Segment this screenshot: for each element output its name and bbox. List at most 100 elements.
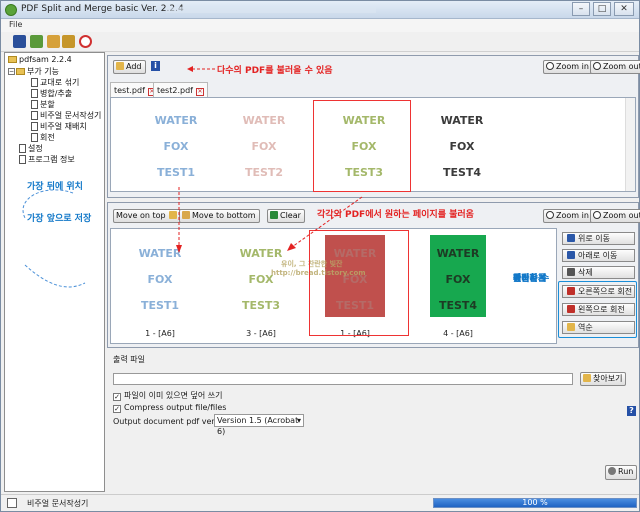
checkbox-checked-icon[interactable]: ✓ <box>113 393 121 401</box>
sidebar-item-visual-composer[interactable]: 비주얼 문서작성기 <box>31 110 101 121</box>
page-icon <box>31 89 38 98</box>
tree-root[interactable]: pdfsam 2.2.4 <box>8 55 72 64</box>
action-label: 역순 <box>578 323 593 332</box>
sidebar-item-label: 분할 <box>40 100 55 109</box>
sidebar-item-rotate[interactable]: 회전 <box>31 132 55 143</box>
zoom-in-bottom-button[interactable]: Zoom in <box>543 209 593 223</box>
page-text-line: TEST3 <box>241 299 281 312</box>
toolbar <box>1 32 639 52</box>
exit-icon[interactable] <box>79 35 92 48</box>
page-text-line: TEST4 <box>442 166 482 179</box>
zoom-out-top-button[interactable]: Zoom out <box>590 60 640 74</box>
zoom-in-label: Zoom in <box>556 62 589 71</box>
rotate-right-button[interactable]: 오른쪽으로 회전 <box>562 285 635 298</box>
action-label: 아래로 이동 <box>578 251 618 260</box>
menu-file[interactable]: File <box>9 20 22 29</box>
reverse-icon <box>567 323 575 331</box>
rotate-right-icon <box>567 287 575 295</box>
page-text-line: FOX <box>449 140 475 153</box>
tab-label: test.pdf <box>114 86 145 95</box>
zoom-out-bottom-button[interactable]: Zoom out <box>590 209 640 223</box>
pdf-version-select[interactable]: Version 1.5 (Acrobat 6) ▾ <box>214 414 304 436</box>
sidebar-item-label: 병합/추출 <box>40 89 73 98</box>
sidebar-item-program-info[interactable]: 프로그램 정보 <box>19 154 75 165</box>
tab-label: test2.pdf <box>157 86 193 95</box>
title-blur <box>166 7 376 13</box>
pdf-version-value: Version 1.5 (Acrobat 6) <box>217 416 299 436</box>
sidebar-item-label: 비주얼 문서작성기 <box>40 111 102 120</box>
arrow-up-icon <box>567 234 575 242</box>
minimize-button[interactable]: – <box>572 2 590 16</box>
main-area: Add i 다수의 PDF를 불러올 수 있음 Zoom in Zoom out… <box>107 52 640 492</box>
open-icon[interactable] <box>30 35 43 48</box>
help-icon[interactable]: ? <box>627 406 636 416</box>
compress-label: Compress output file/files <box>124 403 227 412</box>
add-button[interactable]: Add <box>113 60 146 74</box>
broom-icon[interactable] <box>62 35 75 48</box>
action-label: 삭제 <box>578 268 593 277</box>
close-button[interactable]: ✕ <box>614 2 634 16</box>
sidebar-item-alternate-mix[interactable]: 교대로 섞기 <box>31 77 79 88</box>
action-label: 위로 이동 <box>578 234 610 243</box>
folder-open-icon <box>583 374 591 382</box>
page-text-line: WATER <box>154 114 198 127</box>
menu-bar: File <box>1 19 639 32</box>
composer-page-4[interactable]: WATER FOX TEST4 <box>430 235 486 317</box>
sidebar-item-settings[interactable]: 설정 <box>19 143 43 154</box>
info-icon[interactable]: i <box>151 61 160 71</box>
checkbox-checked-icon[interactable]: ✓ <box>113 405 121 413</box>
rotate-left-button[interactable]: 왼쪽으로 회전 <box>562 303 635 316</box>
progress-text: 100 % <box>522 498 548 507</box>
output-file-input[interactable] <box>113 373 573 385</box>
app-logo-icon <box>5 4 17 16</box>
browse-button[interactable]: 찾아보기 <box>580 372 627 386</box>
move-down-button[interactable]: 아래로 이동 <box>562 249 635 262</box>
page-text-line: TEST2 <box>244 166 284 179</box>
delete-button[interactable]: 삭제 <box>562 266 635 279</box>
annotation-top-arrow <box>187 66 215 72</box>
plugin-tree: pdfsam 2.2.4 − 부가 기능 교대로 섞기 병합/추출 분할 비주얼 … <box>4 52 105 492</box>
output-panel: 출력 파일 찾아보기 ✓ 파일이 이미 있으면 덮어 쓰기 ✓ Compress o… <box>107 352 639 487</box>
page-text-line: FOX <box>147 273 173 286</box>
tab-close-icon[interactable]: ✕ <box>195 88 204 96</box>
page-icon <box>31 122 38 131</box>
sidebar-item-merge[interactable]: 병합/추출 <box>31 88 72 99</box>
gear-icon <box>608 467 616 475</box>
log-toggle-icon[interactable] <box>7 498 17 508</box>
annotation-edit-line: 있음 <box>513 274 530 284</box>
annotation-arrows <box>22 189 86 288</box>
source-page-2[interactable]: WATER FOX TEST2 <box>229 102 299 186</box>
source-scrollbar[interactable] <box>625 98 635 191</box>
source-page-1[interactable]: WATER FOX TEST1 <box>141 102 211 186</box>
tree-group[interactable]: − 부가 기능 <box>8 66 59 77</box>
zoom-in-top-button[interactable]: Zoom in <box>543 60 593 74</box>
output-file-label: 출력 파일 <box>113 355 145 364</box>
sidebar-item-label: 교대로 섞기 <box>40 78 80 87</box>
page-icon <box>31 100 38 109</box>
action-label: 오른쪽으로 회전 <box>578 287 633 296</box>
reverse-button[interactable]: 역순 <box>562 321 635 334</box>
collapse-icon[interactable]: − <box>8 68 15 75</box>
source-page-4[interactable]: WATER FOX TEST4 <box>427 102 497 186</box>
maximize-button[interactable]: □ <box>593 2 611 16</box>
folder-icon <box>8 56 17 63</box>
save-icon[interactable] <box>13 35 26 48</box>
page-icon <box>19 144 26 153</box>
composer-page-label: 1 - [A6] <box>145 329 175 338</box>
overwrite-checkbox[interactable]: ✓ 파일이 이미 있으면 덮어 쓰기 <box>113 390 223 401</box>
composer-page-label: 4 - [A6] <box>443 329 473 338</box>
chevron-down-icon[interactable]: ▾ <box>297 415 301 426</box>
page-icon <box>31 78 38 87</box>
clear-all-icon[interactable] <box>47 35 60 48</box>
page-text-line: TEST4 <box>438 299 478 312</box>
page-icon <box>31 133 38 142</box>
sidebar-item-split[interactable]: 분할 <box>31 99 55 110</box>
tree-root-label: pdfsam 2.2.4 <box>19 55 72 64</box>
sidebar-item-visual-reorder[interactable]: 비주얼 재배치 <box>31 121 87 132</box>
rotate-left-icon <box>567 305 575 313</box>
zoom-in-icon <box>546 211 554 219</box>
run-button[interactable]: Run <box>605 465 638 480</box>
tab-test2-pdf[interactable]: test2.pdf ✕ <box>153 82 208 97</box>
move-up-button[interactable]: 위로 이동 <box>562 232 635 245</box>
compress-checkbox[interactable]: ✓ Compress output file/files <box>113 403 226 413</box>
